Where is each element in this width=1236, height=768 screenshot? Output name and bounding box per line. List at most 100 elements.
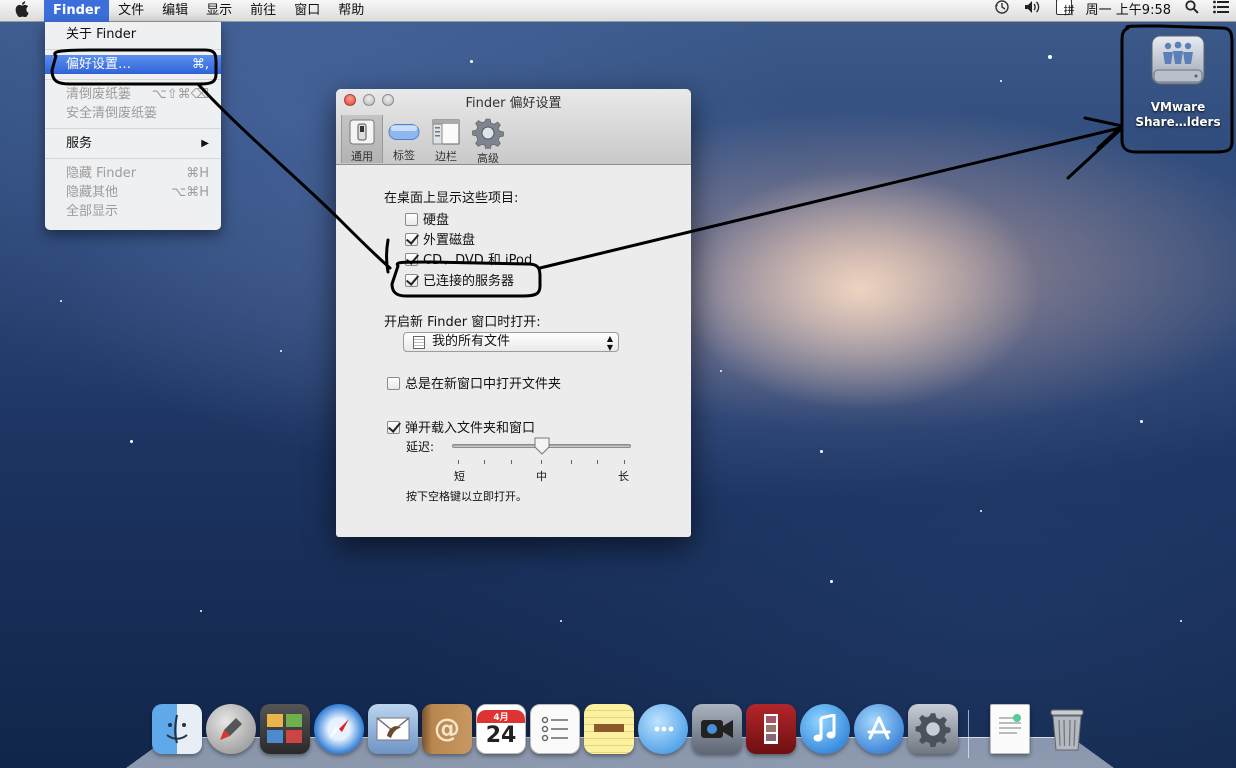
menu-item-label: 全部显示 [66,204,119,219]
star [60,300,62,302]
tab-general[interactable]: 通用 [341,115,383,163]
checkbox-connected-servers[interactable] [405,274,418,287]
menu-item-hide-others: 隐藏其他 ⌥⌘H [45,183,221,202]
dock-notes-icon[interactable] [584,704,634,754]
star [130,440,133,443]
dock-photo-browser-icon[interactable] [260,704,310,754]
menubar-clock[interactable]: 周一 上午9:58 [1079,0,1178,22]
menu-item-preferences[interactable]: 偏好设置… ⌘, [45,55,221,74]
menu-item-about-finder[interactable]: 关于 Finder [45,25,221,44]
dock-photo-booth-icon[interactable] [746,704,796,754]
general-pane: 在桌面上显示这些项目: 硬盘 外置磁盘 CD、DVD 和 iPod 已连接的服务… [336,165,691,537]
dock-document-icon[interactable] [990,704,1030,754]
new-window-heading: 开启新 Finder 窗口时打开: [384,315,541,330]
input-method-menu[interactable]: 拼 [1049,0,1079,22]
menu-finder[interactable]: Finder [44,0,110,22]
spotlight-icon[interactable] [1178,0,1206,22]
menu-item-shortcut: ⌥⌘H [171,185,209,200]
menu-item-hide-finder: 隐藏 Finder ⌘H [45,164,221,183]
menu-item-shortcut: ⌘, [191,57,209,72]
checkbox-row-external-disks[interactable]: 外置磁盘 [405,229,475,248]
star [200,610,202,612]
delay-max-label: 长 [618,470,629,483]
dock-contacts-icon[interactable]: @ [422,704,472,754]
menu-bar: Finder 文件 编辑 显示 前往 窗口 帮助 拼 周一 上午9:58 [0,0,1236,22]
slider-tick [484,460,485,464]
desktop-icon-label-line2: Share…lders [1135,115,1221,129]
checkbox-row-connected-servers[interactable]: 已连接的服务器 [405,270,514,289]
menu-view[interactable]: 显示 [197,0,241,22]
prefs-toolbar: 通用 标签 边栏 高级 [341,115,509,165]
delay-slider-thumb[interactable] [534,437,550,455]
menu-separator [45,49,221,50]
slider-tick [624,460,625,464]
checkbox-external-disks[interactable] [405,233,418,246]
checkbox-label: 外置磁盘 [423,233,476,248]
checkbox-row-removable-media[interactable]: CD、DVD 和 iPod [405,249,532,268]
tab-advanced[interactable]: 高级 [467,115,509,165]
dock-calendar-icon[interactable]: 4月 24 [476,704,526,754]
star [980,510,982,512]
gear-icon [472,117,504,149]
dock-reminders-icon[interactable] [530,704,580,754]
dock-app-store-icon[interactable] [854,704,904,754]
tab-label: 标签 [393,149,415,162]
dock-messages-icon[interactable] [638,704,688,754]
dock-facetime-icon[interactable] [692,704,742,754]
menu-item-label: 偏好设置… [66,57,132,72]
checkbox-removable-media[interactable] [405,253,418,266]
menu-go[interactable]: 前往 [241,0,285,22]
time-machine-icon[interactable] [987,0,1017,23]
dock-system-preferences-icon[interactable] [908,704,958,754]
menu-separator [45,128,221,129]
checkbox-row-hard-disks[interactable]: 硬盘 [405,209,449,228]
checkbox-label: 硬盘 [423,213,450,228]
dock-finder-icon[interactable] [152,704,202,754]
delay-label: 延迟: [406,440,435,454]
checkbox-always-new-window[interactable] [387,377,400,390]
checkbox-row-spring-loaded[interactable]: 弹开载入文件夹和窗口 [387,417,535,436]
all-my-files-icon [413,336,425,349]
checkbox-hard-disks[interactable] [405,213,418,226]
dock-launchpad-icon[interactable] [206,704,256,754]
updown-arrows-icon: ▲ ▼ [606,334,613,352]
tab-sidebar[interactable]: 边栏 [425,115,467,163]
slider-tick [597,460,598,464]
dock-itunes-icon[interactable] [800,704,850,754]
calendar-day: 24 [485,723,517,748]
dock-trash-icon[interactable] [1042,704,1092,754]
menu-item-label: 关于 Finder [66,27,137,42]
star [720,370,722,372]
star [470,60,473,63]
desktop-icon-vmware-shared-folders[interactable]: VMware Share…lders [1132,30,1224,130]
tab-tags[interactable]: 标签 [383,115,425,163]
window-title: Finder 偏好设置 [465,96,562,111]
new-window-popup[interactable]: 我的所有文件 ▲ ▼ [403,332,619,352]
slider-tick [458,460,459,464]
menu-item-services[interactable]: 服务 ▶ [45,134,221,153]
menu-item-label: 服务 [66,136,93,151]
menu-item-shortcut: ⌘H [186,166,209,181]
checkbox-label: 已连接的服务器 [423,274,515,289]
slider-tick [571,460,572,464]
volume-icon[interactable] [1017,0,1049,22]
apple-menu-icon[interactable] [0,0,44,21]
finder-menu-dropdown: 关于 Finder 偏好设置… ⌘, 清倒废纸篓 ⌥⇧⌘⌫ 安全清倒废纸篓 服务… [45,22,221,230]
menu-window[interactable]: 窗口 [285,0,329,22]
menu-file[interactable]: 文件 [109,0,153,22]
checkbox-row-always-new-window[interactable]: 总是在新窗口中打开文件夹 [387,373,561,392]
checkbox-spring-loaded[interactable] [387,421,400,434]
menu-help[interactable]: 帮助 [329,0,373,22]
menu-item-label: 清倒废纸篓 [66,87,132,102]
dock-safari-icon[interactable] [314,704,364,754]
menu-edit[interactable]: 编辑 [153,0,197,22]
desktop-items-heading: 在桌面上显示这些项目: [384,191,519,206]
sidebar-icon [430,117,462,147]
finder-preferences-window: Finder 偏好设置 通用 标签 边栏 高级 在桌面上显示这些项目: 硬盘 外… [336,89,691,537]
delay-min-label: 短 [454,470,465,483]
notification-center-icon[interactable] [1206,0,1236,22]
input-method-icon: 拼 [1055,0,1075,17]
dock-mail-icon[interactable] [368,704,418,754]
checkbox-label: 总是在新窗口中打开文件夹 [405,377,562,392]
window-titlebar[interactable]: Finder 偏好设置 通用 标签 边栏 高级 [336,89,691,165]
